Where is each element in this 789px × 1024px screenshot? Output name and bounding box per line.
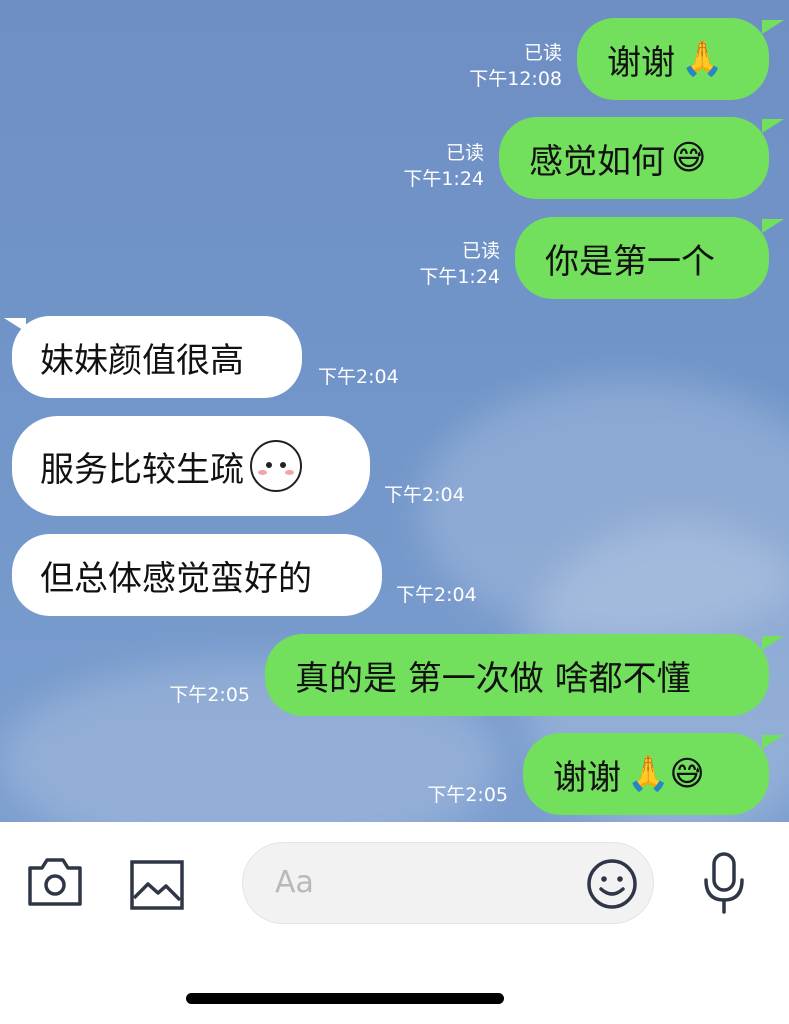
message-text: 谢谢 xyxy=(607,42,675,83)
read-receipt: 已读 xyxy=(523,42,562,64)
message-bubble-outgoing[interactable]: 感觉如何 😅 xyxy=(499,117,769,199)
message-time: 下午1:24 xyxy=(403,168,484,190)
message-text: 真的是 第一次做 啥都不懂 xyxy=(295,658,691,699)
folded-hands-sweat-smile-emoji-icon: 🙏😅 xyxy=(627,754,705,794)
message-text: 妹妹颜值很高 xyxy=(40,340,244,381)
message-meta: 已读 下午12:08 xyxy=(440,40,562,92)
message-text: 但总体感觉蛮好的 xyxy=(40,558,312,599)
read-receipt: 已读 xyxy=(461,240,500,262)
chat-background: 已读 下午12:08 谢谢 🙏 已读 下午1:24 感觉如何 😅 已读 下午1:… xyxy=(0,0,789,822)
message-time: 下午2:05 xyxy=(169,684,250,706)
emoji-icon[interactable] xyxy=(585,857,639,915)
message-text: 你是第一个 xyxy=(545,241,715,282)
message-meta: 已读 下午1:24 xyxy=(360,140,484,192)
message-time: 下午2:04 xyxy=(384,484,465,506)
message-time: 下午2:04 xyxy=(396,584,477,606)
input-placeholder: Aa xyxy=(275,865,314,900)
message-bubble-incoming[interactable]: 但总体感觉蛮好的 xyxy=(12,534,382,616)
bubble-tail xyxy=(762,636,784,650)
message-time: 下午1:24 xyxy=(419,266,500,288)
message-time: 下午12:08 xyxy=(469,68,562,90)
bubble-tail xyxy=(762,219,784,233)
message-text: 服务比较生疏 xyxy=(40,449,244,490)
message-time: 下午2:05 xyxy=(427,784,508,806)
message-bubble-incoming[interactable]: 服务比较生疏 xyxy=(12,416,370,516)
home-indicator[interactable] xyxy=(186,993,504,1004)
bubble-tail xyxy=(762,119,784,133)
bubble-tail xyxy=(762,735,784,749)
microphone-icon[interactable] xyxy=(700,852,748,920)
message-bubble-outgoing[interactable]: 谢谢 🙏😅 xyxy=(523,733,769,815)
message-bubble-outgoing[interactable]: 谢谢 🙏 xyxy=(577,18,769,100)
camera-icon[interactable] xyxy=(26,856,84,912)
message-bubble-outgoing[interactable]: 真的是 第一次做 啥都不懂 xyxy=(265,634,769,716)
read-receipt: 已读 xyxy=(445,142,484,164)
message-bubble-outgoing[interactable]: 你是第一个 xyxy=(515,217,769,299)
message-text: 感觉如何 xyxy=(529,141,665,182)
folded-hands-emoji-icon: 🙏 xyxy=(681,39,724,79)
sweat-smile-emoji-icon: 😅 xyxy=(671,138,707,178)
message-meta: 已读 下午1:24 xyxy=(380,238,500,290)
message-bubble-incoming[interactable]: 妹妹颜值很高 xyxy=(12,316,302,398)
image-icon[interactable] xyxy=(130,860,184,914)
bubble-tail xyxy=(762,20,784,34)
message-time: 下午2:04 xyxy=(318,366,399,388)
message-text: 谢谢 xyxy=(553,757,621,798)
shy-face-emoji-icon xyxy=(250,440,302,492)
